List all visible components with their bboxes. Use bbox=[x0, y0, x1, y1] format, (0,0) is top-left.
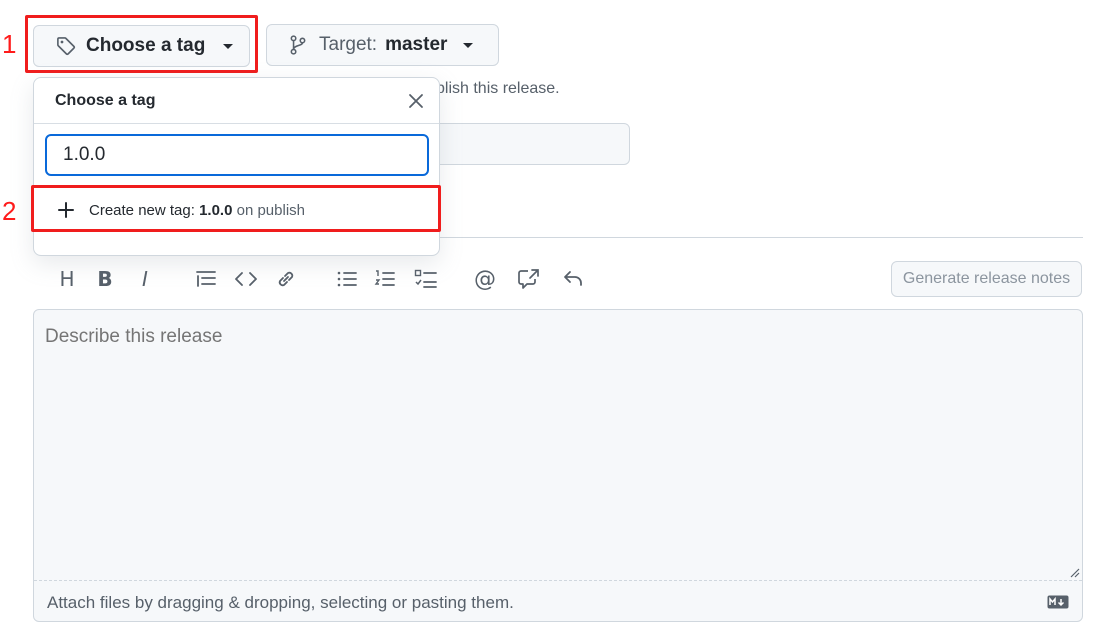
task-list-button[interactable] bbox=[413, 266, 439, 292]
tag-dropdown-title: Choose a tag bbox=[55, 92, 156, 109]
heading-button[interactable]: H bbox=[54, 266, 80, 292]
quote-button[interactable] bbox=[193, 266, 219, 292]
annotation-highlight-2 bbox=[31, 185, 441, 232]
publish-hint-text: blish this release. bbox=[436, 80, 560, 97]
task-list-icon bbox=[414, 269, 437, 288]
bold-button[interactable]: B bbox=[92, 266, 118, 292]
cross-reference-icon bbox=[518, 269, 539, 289]
mention-button[interactable]: @ bbox=[472, 266, 498, 292]
link-button[interactable] bbox=[273, 266, 299, 292]
annotation-marker-2: 2 bbox=[2, 196, 17, 226]
heading-icon: H bbox=[59, 267, 75, 291]
ordered-list-icon bbox=[374, 270, 395, 286]
annotation-highlight-1 bbox=[25, 15, 258, 73]
release-description-editor: Attach files by dragging & dropping, sel… bbox=[33, 309, 1083, 622]
link-icon bbox=[278, 271, 294, 287]
git-branch-icon bbox=[289, 35, 307, 55]
editor-footer: Attach files by dragging & dropping, sel… bbox=[34, 580, 1082, 622]
resize-handle-icon[interactable] bbox=[1068, 566, 1080, 578]
italic-icon: I bbox=[142, 267, 148, 291]
generate-release-notes-button[interactable]: Generate release notes bbox=[891, 261, 1082, 297]
code-button[interactable] bbox=[233, 266, 259, 292]
close-icon[interactable] bbox=[407, 92, 425, 110]
quote-icon bbox=[196, 271, 216, 287]
undo-button[interactable] bbox=[560, 266, 586, 292]
target-branch-button[interactable]: Target: master bbox=[266, 24, 499, 66]
ordered-list-button[interactable] bbox=[372, 266, 398, 292]
code-icon bbox=[235, 272, 257, 286]
target-prefix: Target: bbox=[319, 34, 378, 55]
tag-search-input[interactable] bbox=[45, 134, 429, 176]
mention-icon: @ bbox=[474, 266, 496, 292]
italic-button[interactable]: I bbox=[132, 266, 158, 292]
unordered-list-icon bbox=[337, 271, 357, 287]
markdown-icon bbox=[1047, 595, 1069, 609]
reference-button[interactable] bbox=[516, 266, 542, 292]
attach-files-hint[interactable]: Attach files by dragging & dropping, sel… bbox=[47, 593, 514, 613]
bold-icon: B bbox=[97, 267, 113, 291]
target-branch-name: master bbox=[385, 34, 448, 55]
chevron-down-icon bbox=[463, 42, 474, 48]
release-title-input[interactable] bbox=[420, 123, 630, 165]
unordered-list-button[interactable] bbox=[334, 266, 360, 292]
release-description-textarea[interactable] bbox=[45, 326, 1065, 566]
tag-dropdown-header: Choose a tag bbox=[34, 78, 439, 124]
annotation-marker-1: 1 bbox=[2, 29, 17, 59]
reply-icon bbox=[564, 271, 582, 286]
